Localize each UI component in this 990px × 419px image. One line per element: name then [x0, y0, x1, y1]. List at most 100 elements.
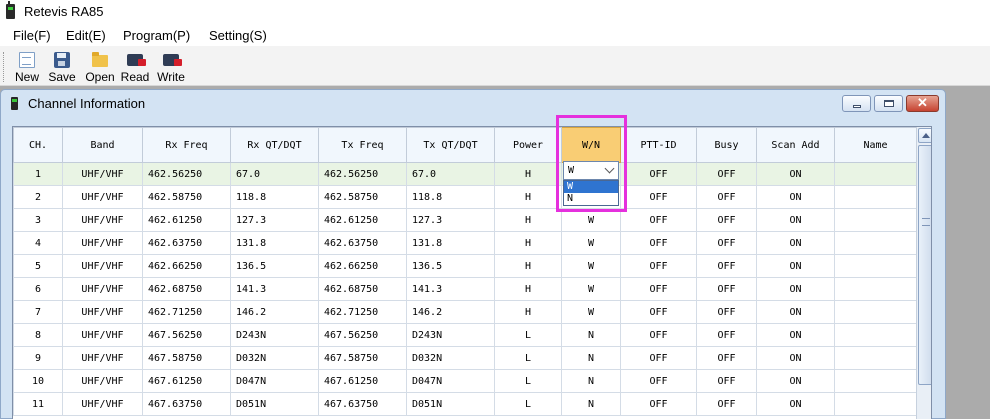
cell-ch[interactable]: 1 [13, 162, 63, 186]
table-row[interactable]: 11 UHF/VHF 467.63750 D051N 467.63750 D051N L N O… [13, 392, 917, 416]
cell-rx-freq[interactable]: 467.58750 [142, 346, 231, 370]
cell-wn[interactable]: W [561, 300, 621, 324]
cell-ch[interactable]: 2 [13, 185, 63, 209]
table-row[interactable]: 1UHF/VHF462.5625067.0462.5625067.0HWOFFO… [13, 162, 917, 186]
menu-file[interactable]: File(F) [13, 28, 51, 43]
cell-tx-qt[interactable]: 141.3 [406, 277, 495, 301]
table-row[interactable]: 3 UHF/VHF 462.61250 127.3 462.61250 127.3 H W OF… [13, 208, 917, 232]
cell-ch[interactable]: 3 [13, 208, 63, 232]
cell-name[interactable] [834, 277, 917, 301]
cell-tx-qt[interactable]: 67.0 [406, 162, 495, 186]
col-header-ch[interactable]: CH. [13, 127, 63, 163]
cell-band[interactable]: UHF/VHF [62, 185, 143, 209]
cell-power[interactable]: H [494, 208, 562, 232]
cell-band[interactable]: UHF/VHF [62, 208, 143, 232]
cell-tx-qt[interactable]: 127.3 [406, 208, 495, 232]
cell-tx-qt[interactable]: D032N [406, 346, 495, 370]
cell-power[interactable]: H [494, 185, 562, 209]
save-button[interactable]: Save [47, 50, 77, 84]
cell-rx-freq[interactable]: 462.58750 [142, 185, 231, 209]
cell-rx-freq[interactable]: 462.63750 [142, 231, 231, 255]
cell-rx-qt[interactable]: 127.3 [230, 208, 319, 232]
cell-rx-qt[interactable]: D032N [230, 346, 319, 370]
table-row[interactable]: 2UHF/VHF462.58750118.8462.58750118.8HWOF… [13, 185, 917, 209]
cell-wn[interactable]: N [561, 369, 621, 393]
col-header-band[interactable]: Band [62, 127, 143, 163]
write-button[interactable]: Write [155, 50, 187, 84]
cell-scan-add[interactable]: ON [756, 369, 835, 393]
cell-rx-freq[interactable]: 462.56250 [142, 162, 231, 186]
vertical-scrollbar[interactable] [916, 127, 931, 419]
cell-scan-add[interactable]: ON [756, 346, 835, 370]
cell-busy[interactable]: OFF [696, 346, 757, 370]
cell-ch[interactable]: 9 [13, 346, 63, 370]
cell-power[interactable]: H [494, 300, 562, 324]
cell-scan-add[interactable]: ON [756, 208, 835, 232]
cell-busy[interactable]: OFF [696, 323, 757, 347]
col-header-rx-qt[interactable]: Rx QT/DQT [230, 127, 319, 163]
scroll-up-arrow-icon[interactable] [918, 128, 931, 143]
window-minimize-button[interactable] [842, 95, 871, 112]
cell-band[interactable]: UHF/VHF [62, 162, 143, 186]
cell-rx-qt[interactable]: D051N [230, 392, 319, 416]
cell-tx-freq[interactable]: 462.56250 [318, 162, 407, 186]
col-header-tx-freq[interactable]: Tx Freq [318, 127, 407, 163]
cell-name[interactable] [834, 162, 917, 186]
cell-busy[interactable]: OFF [696, 208, 757, 232]
cell-wn[interactable]: N [561, 346, 621, 370]
cell-tx-freq[interactable]: 462.68750 [318, 277, 407, 301]
cell-scan-add[interactable]: ON [756, 185, 835, 209]
cell-name[interactable] [834, 185, 917, 209]
cell-busy[interactable]: OFF [696, 392, 757, 416]
cell-wn[interactable]: W [561, 277, 621, 301]
scrollbar-thumb[interactable] [918, 145, 931, 385]
menu-program[interactable]: Program(P) [123, 28, 190, 43]
cell-tx-qt[interactable]: 146.2 [406, 300, 495, 324]
cell-power[interactable]: L [494, 346, 562, 370]
cell-scan-add[interactable]: ON [756, 323, 835, 347]
cell-tx-qt[interactable]: 118.8 [406, 185, 495, 209]
cell-ptt-id[interactable]: OFF [620, 392, 697, 416]
cell-rx-freq[interactable]: 467.63750 [142, 392, 231, 416]
cell-ch[interactable]: 8 [13, 323, 63, 347]
cell-tx-qt[interactable]: 136.5 [406, 254, 495, 278]
cell-tx-freq[interactable]: 462.58750 [318, 185, 407, 209]
cell-tx-qt[interactable]: D047N [406, 369, 495, 393]
cell-name[interactable] [834, 346, 917, 370]
cell-power[interactable]: H [494, 162, 562, 186]
cell-name[interactable] [834, 254, 917, 278]
window-close-button[interactable]: ✕ [906, 95, 939, 112]
cell-ch[interactable]: 11 [13, 392, 63, 416]
cell-ptt-id[interactable]: OFF [620, 300, 697, 324]
read-button[interactable]: Read [120, 50, 150, 84]
cell-tx-freq[interactable]: 467.58750 [318, 346, 407, 370]
col-header-busy[interactable]: Busy [696, 127, 757, 163]
cell-band[interactable]: UHF/VHF [62, 231, 143, 255]
cell-band[interactable]: UHF/VHF [62, 369, 143, 393]
window-caption[interactable]: Channel Information ✕ [1, 90, 945, 117]
window-restore-button[interactable] [874, 95, 903, 112]
cell-ptt-id[interactable]: OFF [620, 277, 697, 301]
table-row[interactable]: 7 UHF/VHF 462.71250 146.2 462.71250 146.2 H W OF… [13, 300, 917, 324]
col-header-ptt-id[interactable]: PTT-ID [620, 127, 697, 163]
cell-name[interactable] [834, 231, 917, 255]
cell-busy[interactable]: OFF [696, 162, 757, 186]
cell-power[interactable]: L [494, 392, 562, 416]
channel-grid[interactable]: CH. Band Rx Freq Rx QT/DQT Tx Freq Tx QT… [12, 126, 932, 419]
cell-rx-qt[interactable]: 136.5 [230, 254, 319, 278]
col-header-tx-qt[interactable]: Tx QT/DQT [406, 127, 495, 163]
cell-ch[interactable]: 5 [13, 254, 63, 278]
cell-name[interactable] [834, 208, 917, 232]
cell-rx-qt[interactable]: 118.8 [230, 185, 319, 209]
cell-scan-add[interactable]: ON [756, 254, 835, 278]
cell-rx-freq[interactable]: 462.68750 [142, 277, 231, 301]
menu-edit[interactable]: Edit(E) [66, 28, 106, 43]
table-row[interactable]: 4 UHF/VHF 462.63750 131.8 462.63750 131.8 H W OF… [13, 231, 917, 255]
table-row[interactable]: 9 UHF/VHF 467.58750 D032N 467.58750 D032N L N OF… [13, 346, 917, 370]
cell-ptt-id[interactable]: OFF [620, 185, 697, 209]
table-row[interactable]: 8 UHF/VHF 467.56250 D243N 467.56250 D243N L N OF… [13, 323, 917, 347]
cell-name[interactable] [834, 369, 917, 393]
table-row[interactable]: 6 UHF/VHF 462.68750 141.3 462.68750 141.3 H W OF… [13, 277, 917, 301]
menu-setting[interactable]: Setting(S) [209, 28, 267, 43]
cell-ch[interactable]: 4 [13, 231, 63, 255]
